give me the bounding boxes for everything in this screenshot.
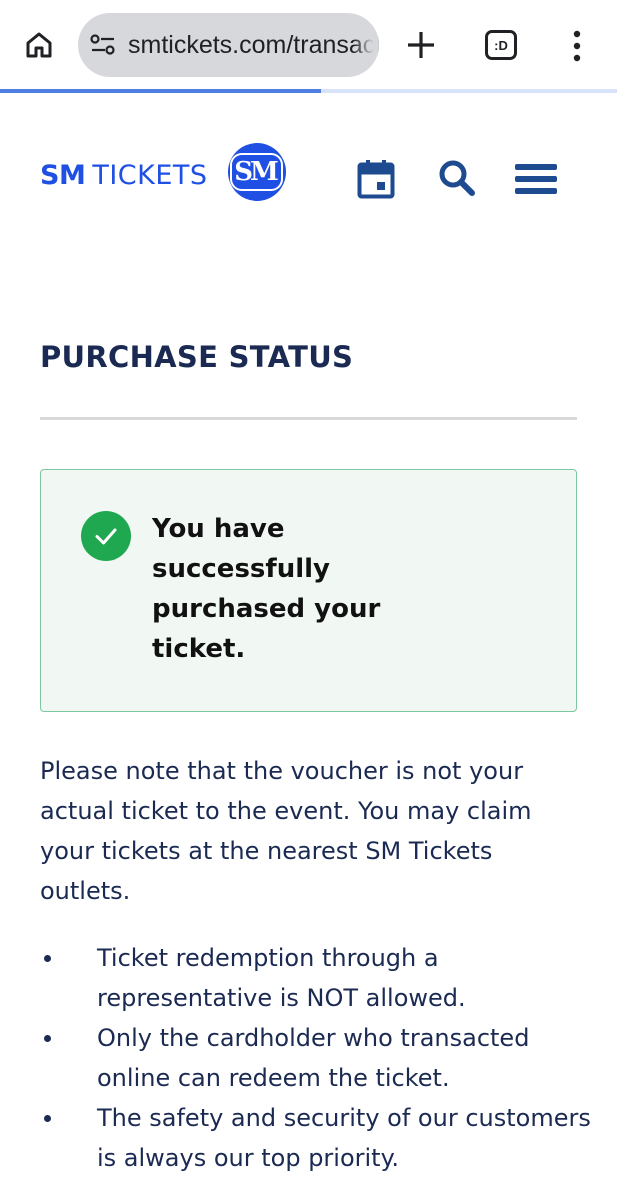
redemption-policy-list: Ticket redemption through a representati… (40, 938, 600, 1178)
policy-text: Only the cardholder who transacted onlin… (97, 1024, 530, 1092)
site-header: SM TICKETS SM (0, 93, 617, 263)
address-bar[interactable]: smtickets.com/transaction (78, 13, 379, 77)
check-circle-icon (81, 511, 131, 561)
home-icon (26, 32, 52, 58)
hamburger-menu-icon (515, 164, 557, 194)
success-message: You have successfully purchased your tic… (152, 514, 381, 664)
brand-logo-link[interactable]: SM TICKETS SM (40, 143, 286, 201)
checkmark-icon (95, 528, 117, 545)
plus-icon (408, 32, 434, 58)
browser-toolbar: smtickets.com/transaction :D (0, 0, 617, 93)
tab-count: :D (494, 37, 508, 53)
sm-logo-text: SM (230, 153, 283, 191)
url-text[interactable]: smtickets.com/transaction (128, 29, 379, 61)
brand-tickets-text: TICKETS (92, 159, 208, 191)
more-menu-button[interactable] (565, 28, 589, 64)
list-item: Ticket redemption through a representati… (40, 938, 600, 1018)
page-title: PURCHASE STATUS (40, 340, 354, 374)
brand-sm-text: SM (40, 159, 86, 191)
url-fade (353, 13, 379, 77)
calendar-button[interactable] (357, 159, 395, 199)
calendar-icon (357, 160, 395, 199)
new-tab-button[interactable] (402, 26, 440, 64)
main-menu-button[interactable] (514, 163, 558, 195)
bullet-icon (44, 1035, 51, 1042)
list-item: Only the cardholder who transacted onlin… (40, 1018, 600, 1098)
voucher-notice: Please note that the voucher is not your… (40, 757, 532, 905)
success-alert: You have successfully purchased your tic… (40, 469, 577, 712)
search-button[interactable] (438, 159, 476, 197)
home-button[interactable] (22, 28, 56, 62)
tab-switcher-button[interactable]: :D (485, 30, 517, 60)
bullet-icon (44, 955, 51, 962)
policy-text: Ticket redemption through a representati… (97, 944, 466, 1012)
sm-logo-icon: SM (227, 143, 286, 201)
bullet-icon (44, 1115, 51, 1122)
kebab-menu-icon (573, 30, 581, 62)
title-divider (40, 417, 577, 420)
list-item: The safety and security of our customers… (40, 1098, 600, 1178)
site-settings-icon[interactable] (90, 33, 116, 57)
policy-text: The safety and security of our customers… (97, 1104, 591, 1172)
search-icon (439, 160, 475, 196)
